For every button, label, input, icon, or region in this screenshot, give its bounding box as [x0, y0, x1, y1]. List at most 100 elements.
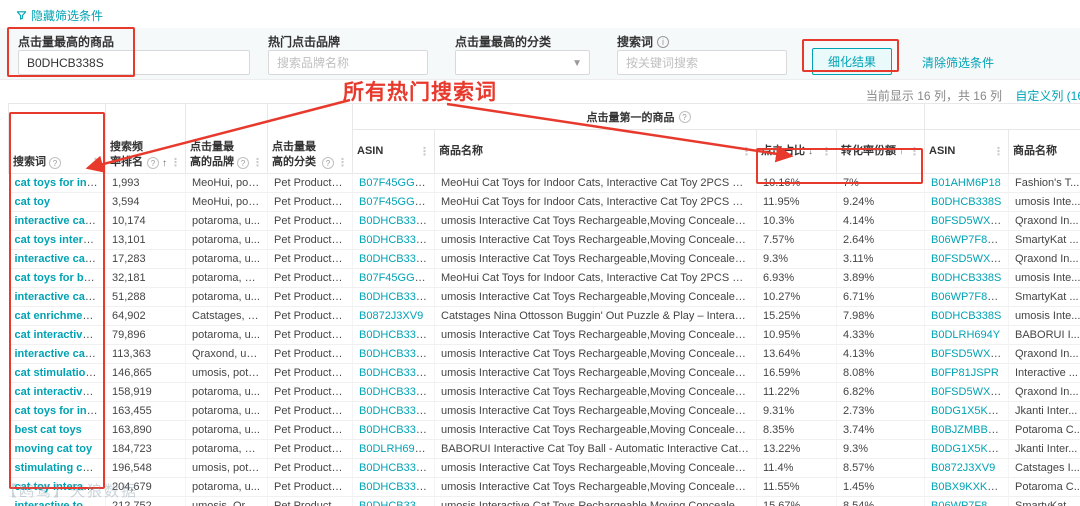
asin-cell-text[interactable]: B0DHCB338S — [359, 329, 429, 341]
keyword-cell-text[interactable]: interactive cat toy... — [15, 348, 105, 360]
column-menu-icon[interactable]: ⋮ — [821, 145, 832, 158]
asin-cell-text[interactable]: B0DHCB338S — [359, 348, 429, 360]
customize-columns-link[interactable]: 自定义列 (16 — [1015, 89, 1080, 103]
keyword-cell-text[interactable]: interactive toys fo... — [15, 500, 105, 506]
column-menu-icon[interactable]: ⋮ — [90, 156, 101, 169]
asin-2-cell-text[interactable]: B0DLRH694Y — [931, 329, 1000, 341]
asin-2-cell-text[interactable]: B06WP7F8YC — [931, 500, 1003, 506]
keyword-cell-text[interactable]: cat toys for indoo... — [15, 405, 105, 417]
column-menu-icon[interactable]: ⋮ — [170, 156, 181, 169]
keyword-cell: interactive cat toy... — [8, 344, 106, 364]
keyword-cell-text[interactable]: interactive cat toy — [15, 215, 105, 227]
keyword-cell-text[interactable]: cat toy — [15, 196, 50, 208]
asin-cell-text[interactable]: B0DLRH694Y — [359, 443, 428, 455]
asin-cell-text[interactable]: B0DHCB338S — [359, 424, 429, 436]
column-menu-icon[interactable]: ⋮ — [252, 156, 263, 169]
keyword-cell-text[interactable]: cat enrichment to... — [15, 310, 105, 322]
top-brand-cell: potaroma, u... — [185, 420, 268, 440]
asin-cell-text[interactable]: B0DHCB338S — [359, 291, 429, 303]
column-menu-icon[interactable]: ⋮ — [741, 145, 752, 158]
keyword-cell-text[interactable]: cat toys interactiv... — [15, 234, 105, 246]
col-header-conversion-share[interactable]: 转化率份额 ↑ ⋮ — [836, 129, 925, 174]
asin-cell-text[interactable]: B07F45GGPT — [359, 272, 429, 284]
keyword-cell-text[interactable]: interactive cat toy... — [15, 291, 105, 303]
asin-cell-text[interactable]: B0DHCB338S — [359, 386, 429, 398]
keyword-cell-text[interactable]: interactive cat toy... — [15, 253, 105, 265]
top-brand-cell: potaroma, u... — [185, 325, 268, 345]
conversion-share-cell: 6.82% — [836, 382, 925, 402]
asin-2-cell-text[interactable]: B0FSD5WXP3 — [931, 253, 1004, 265]
col-header-keyword[interactable]: 搜索词 ? ⋮ — [8, 103, 106, 174]
product-name-cell-text: umosis Interactive Cat Toys Rechargeable… — [441, 329, 757, 341]
asin-cell-text[interactable]: B0DHCB338S — [359, 405, 429, 417]
top-category-cell: Pet Products... — [267, 325, 353, 345]
hide-filters-link[interactable]: 隐藏筛选条件 — [16, 7, 103, 24]
col-header-product-name[interactable]: 商品名称 ⋮ — [434, 129, 757, 174]
keyword-cell-text[interactable]: best cat toys — [15, 424, 82, 436]
click-share-cell-text: 10.3% — [763, 215, 795, 227]
asin-2-cell-text[interactable]: B0FP81JSPR — [931, 367, 999, 379]
conversion-share-cell-text: 8.08% — [843, 367, 875, 379]
filter-category-select[interactable] — [455, 50, 590, 75]
asin-cell-text[interactable]: B0DHCB338S — [359, 481, 429, 493]
refine-results-button[interactable]: 细化结果 — [812, 48, 892, 75]
keyword-cell-text[interactable]: cat interactive toy... — [15, 329, 105, 341]
asin-cell-text[interactable]: B0872J3XV9 — [359, 310, 423, 322]
keyword-cell-text[interactable]: cat toys for bored... — [15, 272, 105, 284]
keyword-cell-text[interactable]: cat toys for indoo... — [15, 177, 105, 189]
asin-2-cell-text[interactable]: B0872J3XV9 — [931, 462, 995, 474]
asin-2-cell-text[interactable]: B06WP7F8YC — [931, 234, 1003, 246]
asin-2-cell-text[interactable]: B0DHCB338S — [931, 196, 1001, 208]
clear-filters-link[interactable]: 清除筛选条件 — [922, 54, 994, 71]
top-brand-cell: potaroma, u... — [185, 230, 268, 250]
sort-desc-icon[interactable]: ↓ — [808, 146, 813, 157]
column-menu-icon[interactable]: ⋮ — [909, 145, 920, 158]
asin-2-cell-text[interactable]: B0FSD5WXP3 — [931, 386, 1004, 398]
product-name-cell-text: umosis Interactive Cat Toys Rechargeable… — [441, 234, 757, 246]
col-header-top-brand[interactable]: 点击量最高的品牌 ? ⋮ — [185, 103, 268, 174]
keyword-cell-text[interactable]: stimulating cat to... — [15, 462, 105, 474]
col-header-asin-2[interactable]: ASIN ⋮ — [924, 129, 1009, 174]
asin-cell-text[interactable]: B07F45GGPT — [359, 196, 429, 208]
asin-2-cell-text[interactable]: B0FSD5WXP3 — [931, 215, 1004, 227]
product-name-cell: umosis Interactive Cat Toys Rechargeable… — [434, 211, 757, 231]
keyword-cell-text[interactable]: cat stimulation to... — [15, 367, 105, 379]
column-menu-icon[interactable]: ⋮ — [419, 145, 430, 158]
asin-2-cell-text[interactable]: B0DHCB338S — [931, 310, 1001, 322]
asin-2-cell-text[interactable]: B01AHM6P18 — [931, 177, 1001, 189]
asin-2-cell-text[interactable]: B0DHCB338S — [931, 272, 1001, 284]
conversion-share-cell: 7% — [836, 173, 925, 193]
asin-cell-text[interactable]: B0DHCB338S — [359, 215, 429, 227]
col-header-product-name-2[interactable]: 商品名称 — [1008, 129, 1080, 174]
col-header-frequency-rank[interactable]: 搜索频率排名 ? ↑ ⋮ — [105, 103, 186, 174]
sort-asc-icon[interactable]: ↑ — [899, 146, 904, 157]
asin-2-cell-text[interactable]: B0DG1X5KHM — [931, 405, 1005, 417]
product-name-2-cell: Qraxond In... — [1008, 211, 1080, 231]
asin-cell-text[interactable]: B0DHCB338S — [359, 253, 429, 265]
asin-2-cell-text[interactable]: B0BJZMBBQM — [931, 424, 1006, 436]
asin-cell-text[interactable]: B0DHCB338S — [359, 462, 429, 474]
asin-2-cell-text[interactable]: B06WP7F8YC — [931, 291, 1003, 303]
asin-2-cell: B0DHCB338S — [924, 192, 1009, 212]
keyword-cell-text[interactable]: moving cat toy — [15, 443, 93, 455]
col-header-asin[interactable]: ASIN ⋮ — [352, 129, 435, 174]
column-menu-icon[interactable]: ⋮ — [993, 145, 1004, 158]
filter-keyword-input[interactable] — [617, 50, 787, 75]
filter-brand-input[interactable] — [268, 50, 428, 75]
sort-asc-icon[interactable]: ↑ — [162, 158, 167, 169]
asin-cell-text[interactable]: B07F45GGPT — [359, 177, 429, 189]
frequency-rank-cell-text: 212,752 — [112, 500, 152, 506]
asin-cell-text[interactable]: B0DHCB338S — [359, 367, 429, 379]
keyword-cell-text[interactable]: cat toy interactive... — [15, 481, 105, 493]
col-header-click-share[interactable]: 点击占比 ↓ ⋮ — [756, 129, 837, 174]
asin-2-cell-text[interactable]: B0BX9KXKPH — [931, 481, 1003, 493]
frequency-rank-cell: 184,723 — [105, 439, 186, 459]
asin-cell-text[interactable]: B0DHCB338S — [359, 500, 429, 506]
keyword-cell-text[interactable]: cat interactive toy... — [15, 386, 105, 398]
col-header-top-category[interactable]: 点击量最高的分类 ? ⋮ — [267, 103, 353, 174]
column-menu-icon[interactable]: ⋮ — [337, 156, 348, 169]
asin-cell-text[interactable]: B0DHCB338S — [359, 234, 429, 246]
filter-top-product-input[interactable] — [18, 50, 250, 75]
asin-2-cell-text[interactable]: B0DG1X5KHM — [931, 443, 1005, 455]
asin-2-cell-text[interactable]: B0FSD5WXP3 — [931, 348, 1004, 360]
